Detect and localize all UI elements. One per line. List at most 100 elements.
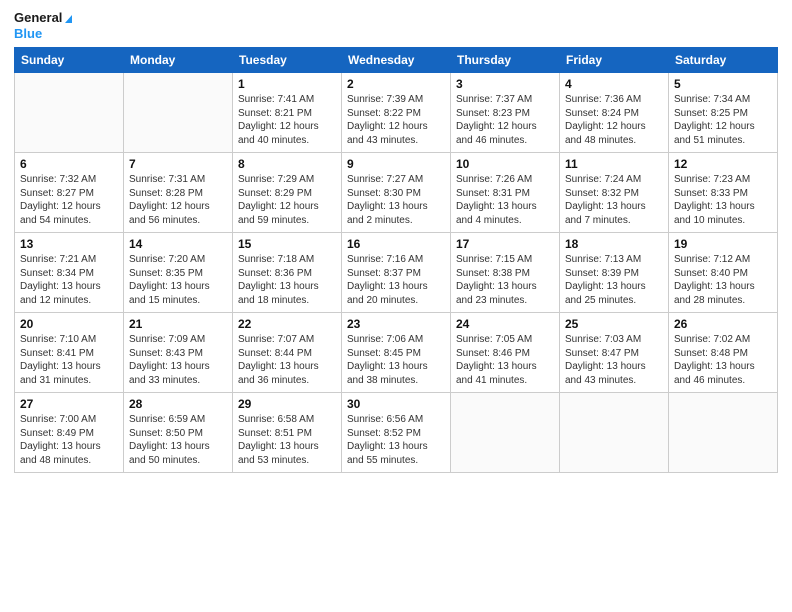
day-number: 18 bbox=[565, 237, 663, 251]
calendar-table: SundayMondayTuesdayWednesdayThursdayFrid… bbox=[14, 47, 778, 473]
calendar-cell: 3Sunrise: 7:37 AM Sunset: 8:23 PM Daylig… bbox=[451, 73, 560, 153]
day-number: 10 bbox=[456, 157, 554, 171]
calendar-cell: 4 Sunrise: 7:36 AM Sunset: 8:24 PM Daylig… bbox=[560, 73, 669, 153]
calendar-cell bbox=[669, 393, 778, 473]
weekday-header-tuesday: Tuesday bbox=[233, 48, 342, 73]
day-detail: Sunrise: 7:24 AM Sunset: 8:32 PM Dayligh… bbox=[565, 173, 663, 227]
day-number: 20 bbox=[20, 317, 118, 331]
calendar-cell: 23 Sunrise: 7:06 AM Sunset: 8:45 PM Dayli… bbox=[342, 313, 451, 393]
calendar-cell bbox=[451, 393, 560, 473]
day-detail: Sunrise: 6:56 AM Sunset: 8:52 PM Dayligh… bbox=[347, 413, 445, 467]
calendar-cell: 2 Sunrise: 7:39 AM Sunset: 8:22 PM Daylig… bbox=[342, 73, 451, 153]
day-number: 30 bbox=[347, 397, 445, 411]
logo-line1: General bbox=[14, 10, 72, 26]
calendar-cell: 15 Sunrise: 7:18 AM Sunset: 8:36 PM Dayli… bbox=[233, 233, 342, 313]
calendar-cell: 20 Sunrise: 7:10 AM Sunset: 8:41 PM Dayli… bbox=[15, 313, 124, 393]
calendar-cell: 17Sunrise: 7:15 AM Sunset: 8:38 PM Dayli… bbox=[451, 233, 560, 313]
day-number: 15 bbox=[238, 237, 336, 251]
day-detail: Sunrise: 7:27 AM Sunset: 8:30 PM Dayligh… bbox=[347, 173, 445, 227]
day-detail: Sunrise: 6:58 AM Sunset: 8:51 PM Dayligh… bbox=[238, 413, 336, 467]
calendar-cell bbox=[15, 73, 124, 153]
weekday-header-sunday: Sunday bbox=[15, 48, 124, 73]
day-detail: Sunrise: 7:23 AM Sunset: 8:33 PM Dayligh… bbox=[674, 173, 772, 227]
calendar-cell: 7Sunrise: 7:31 AM Sunset: 8:28 PM Daylig… bbox=[124, 153, 233, 233]
calendar-cell: 6Sunrise: 7:32 AM Sunset: 8:27 PM Daylig… bbox=[15, 153, 124, 233]
calendar-cell: 29Sunrise: 6:58 AM Sunset: 8:51 PM Dayli… bbox=[233, 393, 342, 473]
weekday-header-saturday: Saturday bbox=[669, 48, 778, 73]
day-detail: Sunrise: 7:03 AM Sunset: 8:47 PM Dayligh… bbox=[565, 333, 663, 387]
calendar-cell: 22 Sunrise: 7:07 AM Sunset: 8:44 PM Dayli… bbox=[233, 313, 342, 393]
day-number: 19 bbox=[674, 237, 772, 251]
day-detail: Sunrise: 7:21 AM Sunset: 8:34 PM Dayligh… bbox=[20, 253, 118, 307]
calendar-cell: 11 Sunrise: 7:24 AM Sunset: 8:32 PM Dayli… bbox=[560, 153, 669, 233]
day-detail: Sunrise: 7:06 AM Sunset: 8:45 PM Dayligh… bbox=[347, 333, 445, 387]
day-number: 13 bbox=[20, 237, 118, 251]
day-number: 22 bbox=[238, 317, 336, 331]
day-detail: Sunrise: 7:00 AM Sunset: 8:49 PM Dayligh… bbox=[20, 413, 118, 467]
day-detail: Sunrise: 7:12 AM Sunset: 8:40 PM Dayligh… bbox=[674, 253, 772, 307]
day-number: 28 bbox=[129, 397, 227, 411]
day-number: 24 bbox=[456, 317, 554, 331]
day-detail: Sunrise: 7:05 AM Sunset: 8:46 PM Dayligh… bbox=[456, 333, 554, 387]
day-detail: Sunrise: 7:09 AM Sunset: 8:43 PM Dayligh… bbox=[129, 333, 227, 387]
calendar-cell: 26 Sunrise: 7:02 AM Sunset: 8:48 PM Dayli… bbox=[669, 313, 778, 393]
day-number: 21 bbox=[129, 317, 227, 331]
calendar-header-row: SundayMondayTuesdayWednesdayThursdayFrid… bbox=[15, 48, 778, 73]
day-number: 25 bbox=[565, 317, 663, 331]
day-number: 27 bbox=[20, 397, 118, 411]
calendar-cell: 8Sunrise: 7:29 AM Sunset: 8:29 PM Daylig… bbox=[233, 153, 342, 233]
day-number: 23 bbox=[347, 317, 445, 331]
calendar-cell: 14 Sunrise: 7:20 AM Sunset: 8:35 PM Dayli… bbox=[124, 233, 233, 313]
day-detail: Sunrise: 7:13 AM Sunset: 8:39 PM Dayligh… bbox=[565, 253, 663, 307]
calendar-cell: 25 Sunrise: 7:03 AM Sunset: 8:47 PM Dayli… bbox=[560, 313, 669, 393]
day-detail: Sunrise: 7:31 AM Sunset: 8:28 PM Dayligh… bbox=[129, 173, 227, 227]
day-number: 26 bbox=[674, 317, 772, 331]
day-number: 2 bbox=[347, 77, 445, 91]
weekday-header-thursday: Thursday bbox=[451, 48, 560, 73]
calendar-cell: 18 Sunrise: 7:13 AM Sunset: 8:39 PM Dayli… bbox=[560, 233, 669, 313]
day-number: 16 bbox=[347, 237, 445, 251]
day-detail: Sunrise: 7:07 AM Sunset: 8:44 PM Dayligh… bbox=[238, 333, 336, 387]
day-number: 14 bbox=[129, 237, 227, 251]
logo: General Blue bbox=[14, 10, 72, 41]
day-detail: Sunrise: 6:59 AM Sunset: 8:50 PM Dayligh… bbox=[129, 413, 227, 467]
day-detail: Sunrise: 7:20 AM Sunset: 8:35 PM Dayligh… bbox=[129, 253, 227, 307]
day-detail: Sunrise: 7:34 AM Sunset: 8:25 PM Dayligh… bbox=[674, 93, 772, 147]
day-detail: Sunrise: 7:02 AM Sunset: 8:48 PM Dayligh… bbox=[674, 333, 772, 387]
day-detail: Sunrise: 7:36 AM Sunset: 8:24 PM Dayligh… bbox=[565, 93, 663, 147]
calendar-cell: 19 Sunrise: 7:12 AM Sunset: 8:40 PM Dayli… bbox=[669, 233, 778, 313]
calendar-cell bbox=[560, 393, 669, 473]
day-detail: Sunrise: 7:18 AM Sunset: 8:36 PM Dayligh… bbox=[238, 253, 336, 307]
page-header: General Blue bbox=[14, 10, 778, 41]
weekday-header-friday: Friday bbox=[560, 48, 669, 73]
day-detail: Sunrise: 7:16 AM Sunset: 8:37 PM Dayligh… bbox=[347, 253, 445, 307]
calendar-cell: 10 Sunrise: 7:26 AM Sunset: 8:31 PM Dayli… bbox=[451, 153, 560, 233]
day-number: 5 bbox=[674, 77, 772, 91]
day-detail: Sunrise: 7:26 AM Sunset: 8:31 PM Dayligh… bbox=[456, 173, 554, 227]
calendar-cell: 9 Sunrise: 7:27 AM Sunset: 8:30 PM Daylig… bbox=[342, 153, 451, 233]
calendar-cell: 13 Sunrise: 7:21 AM Sunset: 8:34 PM Dayli… bbox=[15, 233, 124, 313]
day-number: 12 bbox=[674, 157, 772, 171]
calendar-cell: 28 Sunrise: 6:59 AM Sunset: 8:50 PM Dayli… bbox=[124, 393, 233, 473]
day-number: 4 bbox=[565, 77, 663, 91]
day-number: 9 bbox=[347, 157, 445, 171]
calendar-cell: 16 Sunrise: 7:16 AM Sunset: 8:37 PM Dayli… bbox=[342, 233, 451, 313]
day-number: 11 bbox=[565, 157, 663, 171]
day-detail: Sunrise: 7:39 AM Sunset: 8:22 PM Dayligh… bbox=[347, 93, 445, 147]
calendar-cell: 12 Sunrise: 7:23 AM Sunset: 8:33 PM Dayli… bbox=[669, 153, 778, 233]
calendar-cell: 24 Sunrise: 7:05 AM Sunset: 8:46 PM Dayli… bbox=[451, 313, 560, 393]
day-detail: Sunrise: 7:41 AM Sunset: 8:21 PM Dayligh… bbox=[238, 93, 336, 147]
weekday-header-monday: Monday bbox=[124, 48, 233, 73]
day-number: 8 bbox=[238, 157, 336, 171]
calendar-cell: 21 Sunrise: 7:09 AM Sunset: 8:43 PM Dayli… bbox=[124, 313, 233, 393]
day-detail: Sunrise: 7:37 AM Sunset: 8:23 PM Dayligh… bbox=[456, 93, 554, 147]
calendar-cell: 5 Sunrise: 7:34 AM Sunset: 8:25 PM Daylig… bbox=[669, 73, 778, 153]
logo-text: General Blue bbox=[14, 10, 72, 41]
weekday-header-wednesday: Wednesday bbox=[342, 48, 451, 73]
calendar-cell bbox=[124, 73, 233, 153]
day-detail: Sunrise: 7:15 AM Sunset: 8:38 PM Dayligh… bbox=[456, 253, 554, 307]
day-number: 1 bbox=[238, 77, 336, 91]
day-detail: Sunrise: 7:10 AM Sunset: 8:41 PM Dayligh… bbox=[20, 333, 118, 387]
calendar-cell: 1 Sunrise: 7:41 AM Sunset: 8:21 PM Daylig… bbox=[233, 73, 342, 153]
calendar-cell: 27 Sunrise: 7:00 AM Sunset: 8:49 PM Dayli… bbox=[15, 393, 124, 473]
